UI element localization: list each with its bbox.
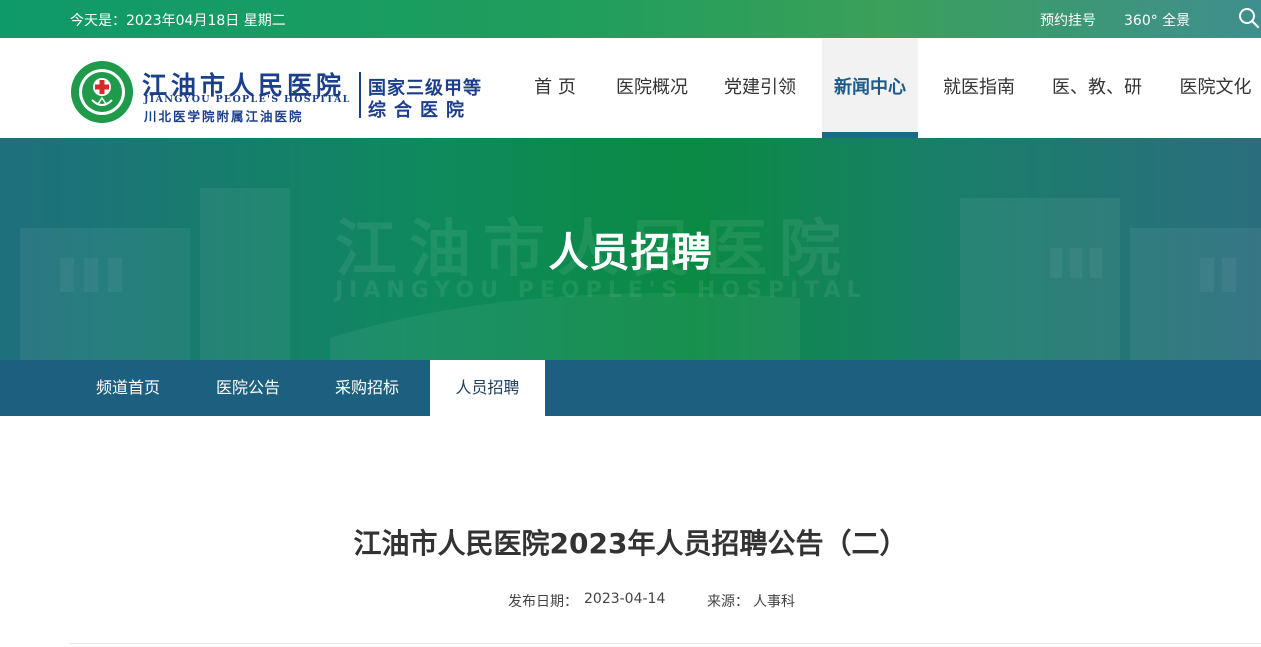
site-header: 江油市人民医院 JIANGYOU PEOPLE'S HOSPITAL 川北医学院… [0, 38, 1261, 138]
hospital-affiliation: 川北医学院附属江油医院 [144, 109, 304, 124]
hospital-name-en: JIANGYOU PEOPLE'S HOSPITAL [144, 94, 351, 105]
appointment-link[interactable]: 预约挂号 [1040, 10, 1096, 30]
nav-item-guide[interactable]: 就医指南 [933, 38, 1025, 138]
article-title: 江油市人民医院2023年人员招聘公告（二） [353, 527, 908, 560]
publish-date-label: 发布日期： [508, 594, 578, 610]
logo-divider [359, 72, 361, 118]
nav-item-home[interactable]: 首 页 [518, 38, 592, 138]
meta-divider [70, 643, 1261, 644]
page-banner: 江油市人民医院 JIANGYOU PEOPLE'S HOSPITAL 人员招聘 [0, 138, 1261, 360]
top-bar: 今天是：2023年04月18日 星期二 预约挂号 360° 全景 [0, 0, 1261, 38]
hospital-grade-line2: 综合医院 [368, 100, 472, 121]
subnav-item-announcements[interactable]: 医院公告 [192, 360, 304, 416]
nav-item-news[interactable]: 新闻中心 [822, 38, 918, 138]
nav-item-party[interactable]: 党建引领 [714, 38, 806, 138]
hospital-logo-emblem[interactable] [70, 60, 134, 124]
publish-date: 2023-04-14 [584, 591, 666, 607]
subnav-item-channel-home[interactable]: 频道首页 [70, 360, 186, 416]
panorama-link[interactable]: 360° 全景 [1124, 10, 1190, 30]
current-date: 今天是：2023年04月18日 星期二 [70, 13, 286, 29]
banner-watermark-en: JIANGYOU PEOPLE'S HOSPITAL [335, 278, 867, 303]
nav-item-culture[interactable]: 医院文化 [1170, 38, 1261, 138]
source-value: 人事科 [753, 594, 795, 610]
search-icon[interactable] [1238, 7, 1260, 29]
nav-item-research[interactable]: 医、教、研 [1042, 38, 1152, 138]
channel-subnav: 频道首页 医院公告 采购招标 人员招聘 [0, 360, 1261, 416]
subnav-item-procurement[interactable]: 采购招标 [311, 360, 423, 416]
nav-item-overview[interactable]: 医院概况 [606, 38, 698, 138]
banner-title: 人员招聘 [548, 230, 713, 276]
source-label: 来源： [707, 594, 749, 610]
subnav-item-recruitment[interactable]: 人员招聘 [430, 360, 545, 416]
